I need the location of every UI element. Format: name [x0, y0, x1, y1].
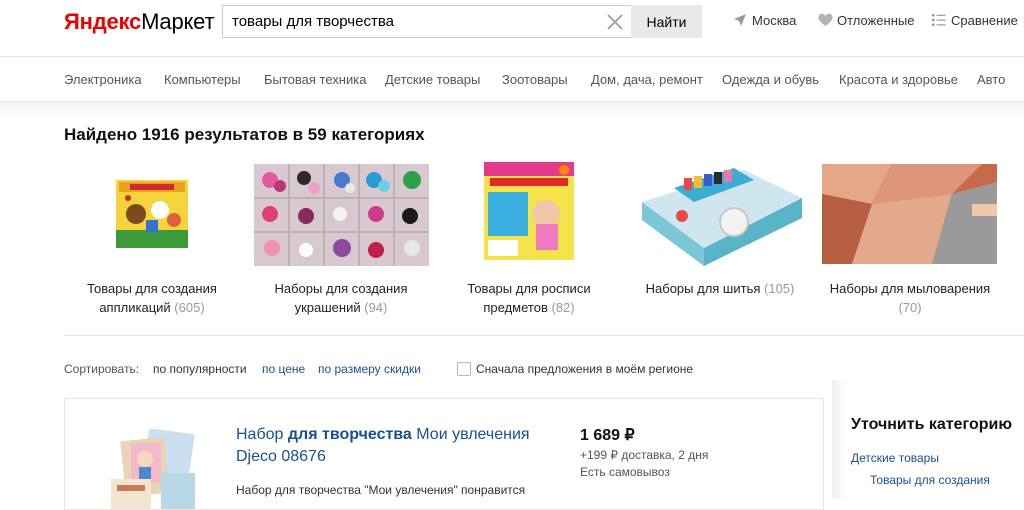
- category-label-line1: Наборы для мыловарения: [829, 281, 991, 296]
- refine-link-creation[interactable]: Товары для создания: [870, 473, 990, 487]
- category-image-jewelry[interactable]: [254, 164, 429, 266]
- nav-item-computers[interactable]: Компьютеры: [164, 72, 241, 87]
- category-label-line1: Наборы для создания: [274, 281, 408, 296]
- category-tile-applique[interactable]: Товары для создания аппликаций (605): [70, 279, 234, 317]
- nav-item-kids[interactable]: Детские товары: [385, 72, 480, 87]
- category-count: (94): [364, 300, 388, 315]
- divider: [64, 335, 1024, 336]
- product-card: Набор для творчества Мои увлечения Djeco…: [64, 398, 824, 510]
- location-arrow-icon: [734, 14, 746, 26]
- category-count: (70): [898, 300, 922, 315]
- region-first-checkbox[interactable]: [457, 362, 471, 376]
- compare-label: Сравнение: [951, 13, 1018, 28]
- category-count: (105): [764, 281, 795, 296]
- search-bar: Найти: [222, 5, 702, 38]
- category-image-soap[interactable]: [822, 164, 997, 264]
- nav-item-electronics[interactable]: Электроника: [64, 72, 142, 87]
- nav-item-pets[interactable]: Зоотовары: [502, 72, 568, 87]
- sort-label: Сортировать:: [64, 362, 140, 376]
- category-label-line2: аппликаций: [99, 300, 171, 315]
- search-button[interactable]: Найти: [631, 5, 702, 38]
- category-count: (82): [551, 300, 575, 315]
- header: ЯндексМаркет Найти Москва Отложенные: [0, 0, 1024, 57]
- sort-by-discount[interactable]: по размеру скидки: [318, 362, 421, 376]
- category-label-line2: украшений: [294, 300, 361, 315]
- product-title-model: Djeco 08676: [236, 448, 326, 465]
- category-count: (605): [174, 300, 205, 315]
- category-image-applique[interactable]: [116, 180, 188, 248]
- refine-link-kids[interactable]: Детские товары: [851, 451, 939, 465]
- product-title-highlight: для творчества: [287, 426, 412, 443]
- category-nav: Электроника Компьютеры Бытовая техника Д…: [0, 57, 1024, 102]
- product-title-suffix: Мои увлечения: [416, 426, 530, 443]
- nav-item-home[interactable]: Дом, дача, ремонт: [591, 72, 703, 87]
- compare-list-icon: [932, 14, 946, 27]
- region-label: Москва: [752, 13, 797, 28]
- category-label-line1: Товары для росписи: [467, 281, 591, 296]
- category-tile-sewing[interactable]: Наборы для шитья (105): [628, 279, 812, 298]
- sort-by-popularity[interactable]: по популярности: [153, 362, 247, 376]
- nav-item-auto[interactable]: Авто: [977, 72, 1005, 87]
- category-image-painting[interactable]: [484, 162, 574, 260]
- pickup-info: Есть самовывоз: [580, 465, 670, 479]
- search-input[interactable]: [232, 6, 602, 37]
- heart-icon: [818, 13, 833, 26]
- sort-by-price[interactable]: по цене: [262, 362, 305, 376]
- nav-item-beauty[interactable]: Красота и здоровье: [839, 72, 958, 87]
- clear-icon[interactable]: [606, 13, 624, 31]
- nav-item-appliances[interactable]: Бытовая техника: [264, 72, 366, 87]
- product-image[interactable]: [109, 429, 199, 509]
- logo-yandex: Яндекс: [64, 9, 142, 34]
- category-label-line1: Товары для создания: [87, 281, 217, 296]
- category-label-line2: предметов: [483, 300, 548, 315]
- category-tile-jewelry[interactable]: Наборы для создания украшений (94): [259, 279, 423, 317]
- category-label-line1: Наборы для шитья: [645, 281, 761, 296]
- category-image-sewing[interactable]: [634, 158, 804, 268]
- product-title-prefix: Набор: [236, 426, 284, 443]
- search-field[interactable]: [222, 5, 632, 38]
- category-tile-painting[interactable]: Товары для росписи предметов (82): [447, 279, 611, 317]
- deferred-label: Отложенные: [837, 13, 915, 28]
- refine-title: Уточнить категорию: [851, 416, 1012, 433]
- product-title[interactable]: Набор для творчества Мои увлечения Djeco…: [236, 424, 556, 468]
- product-price: 1 689 ₽: [580, 427, 635, 444]
- category-tile-soap[interactable]: Наборы для мыловарения (70): [818, 279, 1002, 317]
- separator-band: [0, 102, 1024, 116]
- product-description: Набор для творчества "Мои увлечения" пон…: [236, 483, 526, 497]
- region-first-label[interactable]: Сначала предложения в моём регионе: [476, 362, 693, 376]
- nav-item-clothes[interactable]: Одежда и обувь: [722, 72, 819, 87]
- delivery-info: +199 ₽ доставка, 2 дня: [580, 448, 709, 462]
- yandex-market-logo[interactable]: ЯндексМаркет: [64, 9, 215, 35]
- logo-market: Маркет: [141, 9, 215, 34]
- results-title: Найдено 1916 результатов в 59 категориях: [64, 125, 425, 144]
